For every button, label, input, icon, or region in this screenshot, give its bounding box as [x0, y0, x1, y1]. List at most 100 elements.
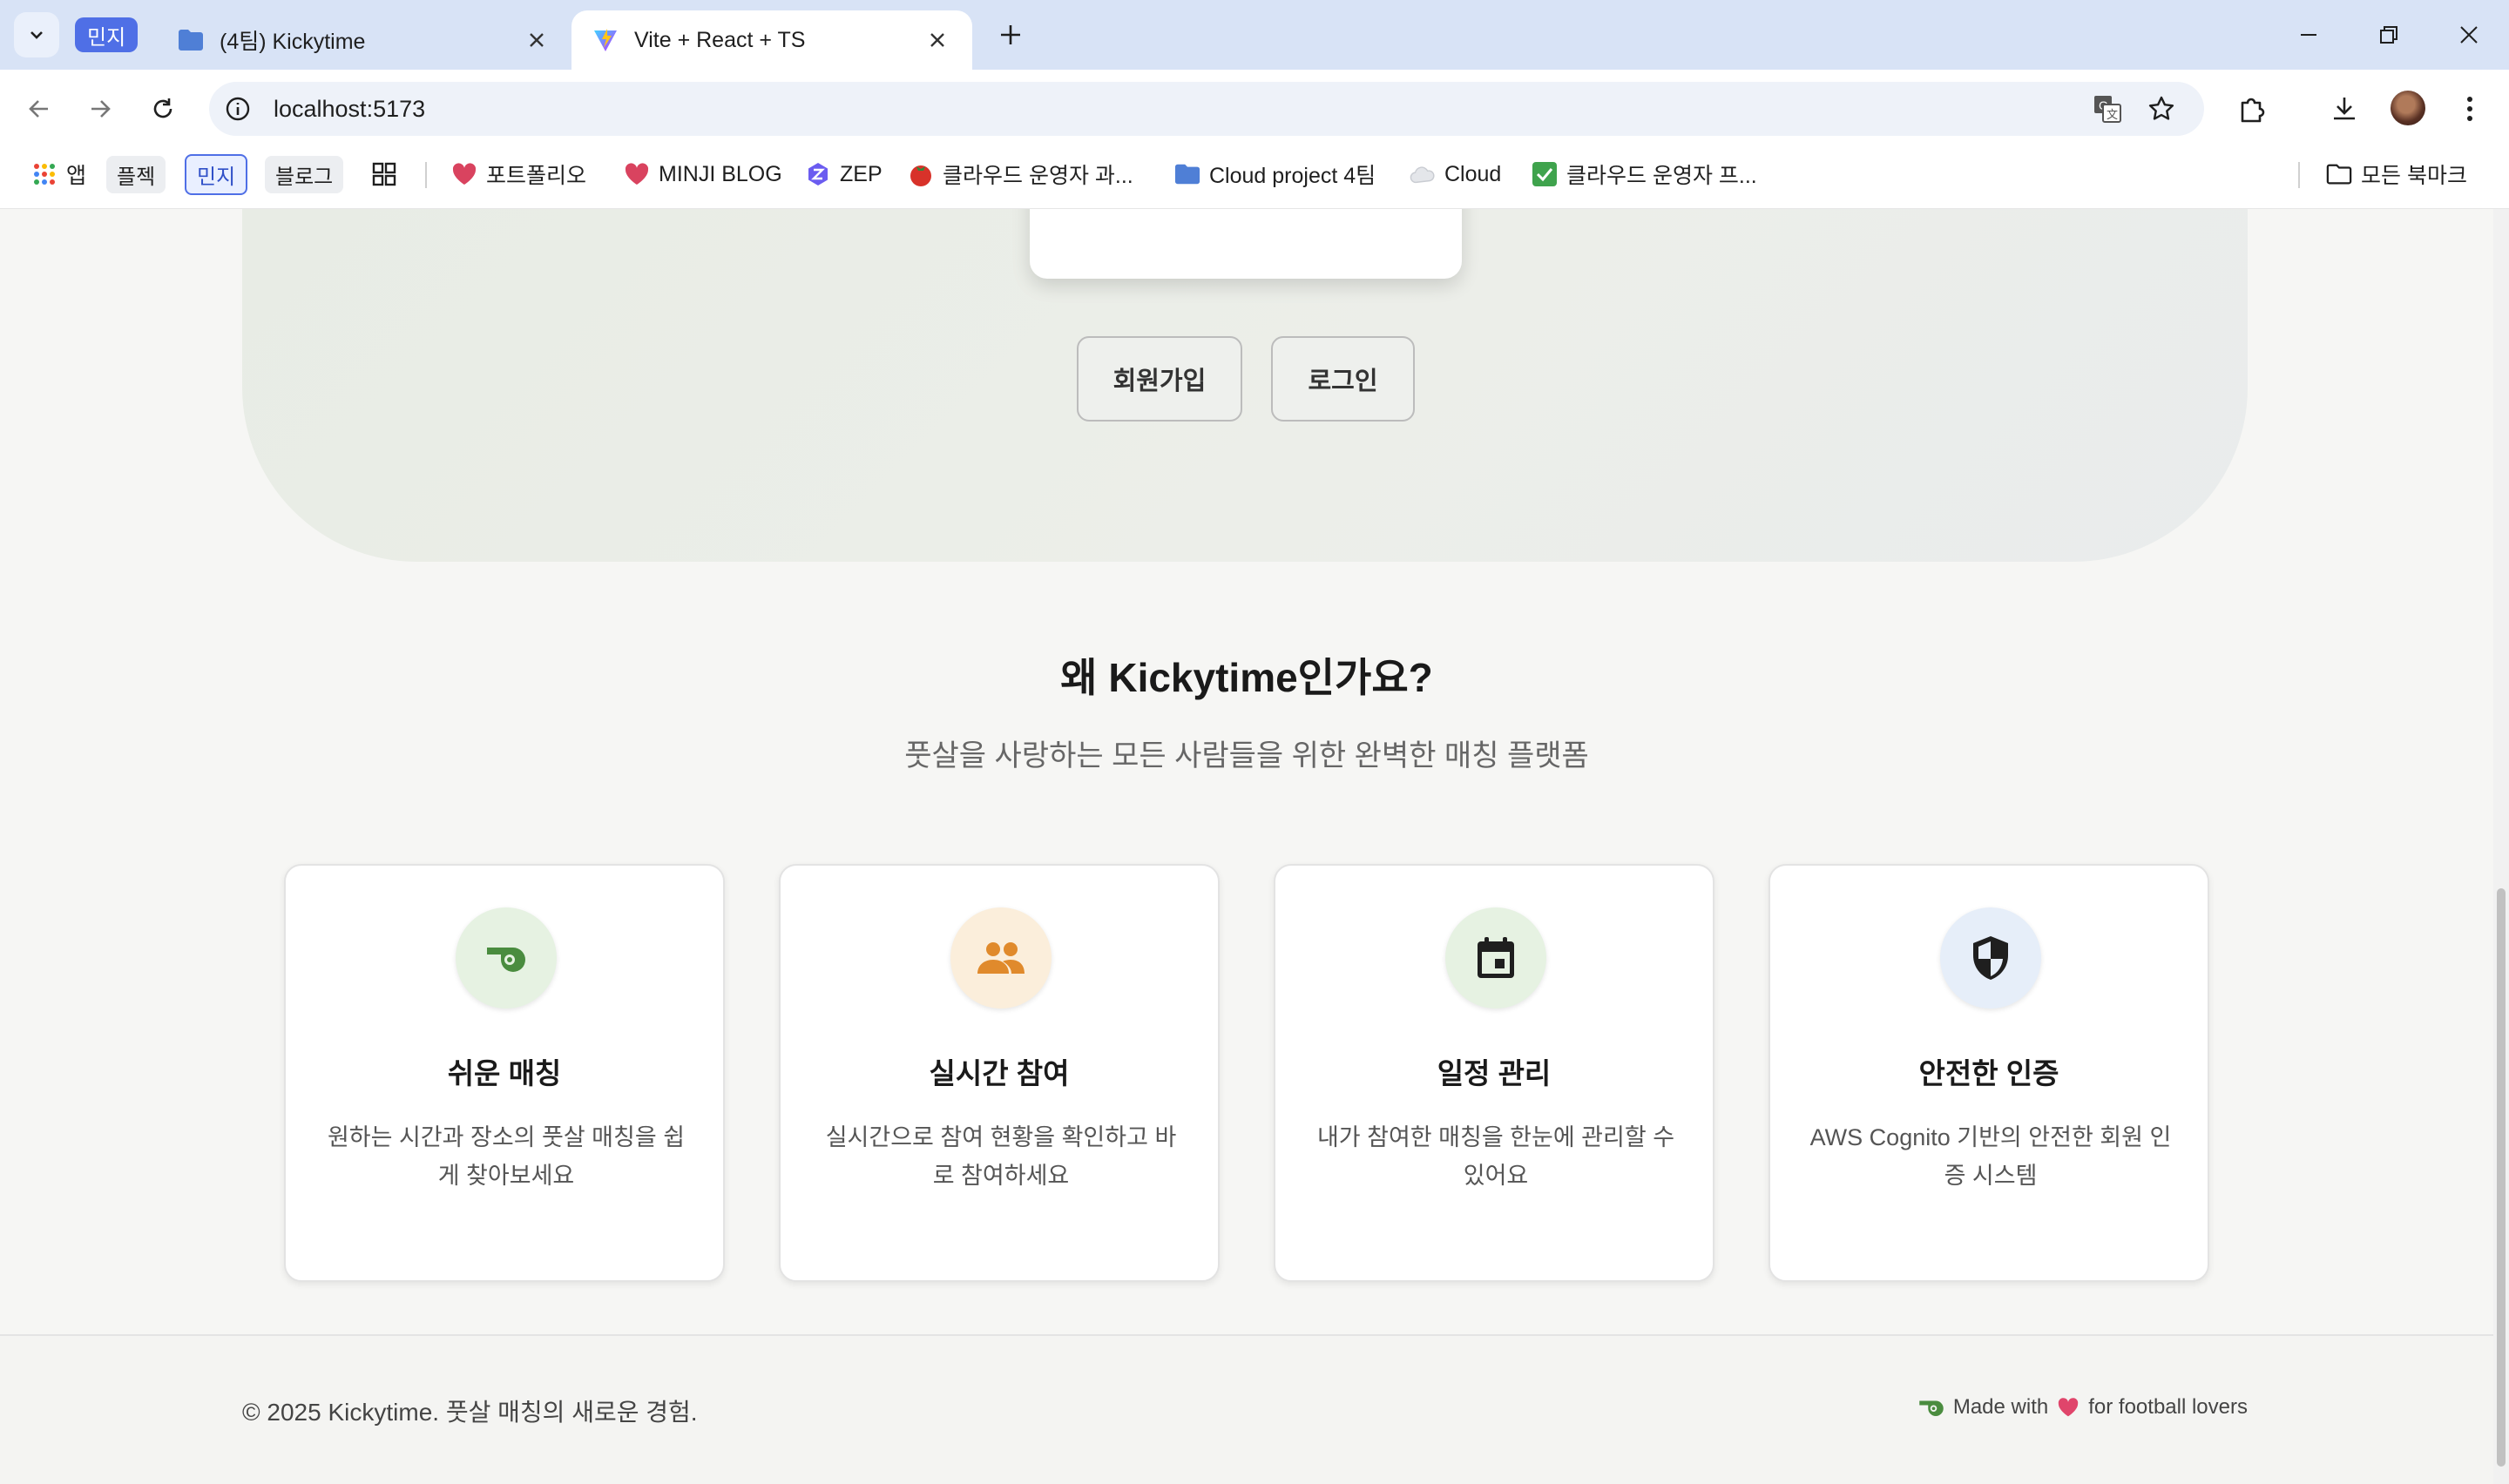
reload-button[interactable] [143, 89, 183, 129]
close-icon[interactable] [923, 26, 951, 54]
feature-title: 실시간 참여 [929, 1057, 1070, 1089]
arrow-right-icon [91, 100, 111, 118]
tab-vite[interactable]: Vite + React + TS [571, 10, 972, 70]
login-button[interactable]: 로그인 [1271, 336, 1415, 422]
people-icon [950, 907, 1052, 1008]
heart-icon [451, 161, 477, 187]
feature-title: 안전한 인증 [1918, 1057, 2059, 1089]
feature-description: 원하는 시간과 장소의 풋살 매칭을 쉽게 찾아보세요 [327, 1124, 686, 1189]
bookmark-label: 민지 [185, 153, 248, 195]
feature-card-auth: 안전한 인증 AWS Cognito 기반의 안전한 회원 인증 시스템 [1768, 864, 2209, 1282]
bookmark-label: MINJI BLOG [659, 161, 782, 186]
bookmarks-bar: 앱 플젝 민지 블로그 포트폴리오 MINJI BLOG ZEP 클라우드 운영… [0, 148, 2509, 209]
folder-icon [179, 30, 203, 51]
plus-icon [1001, 25, 1020, 44]
menu-kebab-icon[interactable] [2450, 89, 2490, 129]
svg-text:文: 文 [2107, 109, 2118, 122]
bookmark-folder-blog[interactable]: 블로그 [265, 148, 344, 200]
whistle-icon [456, 907, 557, 1008]
bookmark-cloud-operator[interactable]: 클라우드 운영자 프... [1532, 148, 1757, 200]
feature-description: 내가 참여한 매칭을 한눈에 관리할 수 있어요 [1316, 1124, 1675, 1189]
close-window-button[interactable] [2443, 12, 2495, 57]
tab-title: Vite + React + TS [634, 27, 806, 52]
close-icon[interactable] [523, 26, 551, 54]
url-text[interactable]: localhost:5173 [274, 82, 425, 136]
bookmark-label: ZEP [840, 161, 883, 186]
bookmark-label: 클라우드 운영자 과... [943, 164, 1133, 188]
scrollbar-thumb[interactable] [2497, 888, 2506, 1467]
bookmark-minji-blog[interactable]: MINJI BLOG [624, 148, 782, 200]
bookmark-apps[interactable]: 앱 [31, 148, 86, 200]
bookmark-cloud[interactable]: Cloud [1410, 148, 1501, 200]
download-icon[interactable] [2324, 89, 2364, 129]
bookmark-label: 플젝 [106, 155, 166, 193]
address-bar[interactable]: localhost:5173 G文 [209, 82, 2204, 136]
bookmark-grid[interactable] [371, 148, 406, 200]
profile-avatar[interactable] [2391, 91, 2425, 125]
tab-search-button[interactable] [14, 12, 59, 57]
zep-icon [805, 161, 831, 187]
page-viewport: 회원가입 로그인 왜 Kickytime인가요? 풋살을 사랑하는 모든 사람들… [0, 209, 2493, 1484]
bookmark-label: 블로그 [265, 155, 344, 193]
extensions-icon[interactable] [2232, 89, 2272, 129]
apps-grid-icon [31, 161, 57, 187]
minimize-button[interactable] [2282, 12, 2335, 57]
browser-toolbar: localhost:5173 G文 [0, 70, 2509, 148]
chevron-down-icon [30, 31, 43, 39]
bookmark-separator [2298, 162, 2300, 188]
back-button[interactable] [19, 89, 59, 129]
why-title: 왜 Kickytime인가요? [1060, 655, 1433, 700]
footer-copyright: © 2025 Kickytime. 풋살 매칭의 새로운 경험. [242, 1399, 698, 1426]
hero-match-card [1030, 209, 1462, 279]
grid-icon [371, 161, 397, 187]
bookmark-folder-minji[interactable]: 민지 [185, 148, 248, 200]
bookmark-label: 모든 북마크 [2361, 164, 2467, 188]
bookmark-cloud-project[interactable]: Cloud project 4팀 [1174, 148, 1376, 200]
reload-icon [153, 98, 172, 118]
checkbox-icon [1532, 161, 1558, 187]
why-subtitle: 풋살을 사랑하는 모든 사람들을 위한 완벽한 매칭 플랫폼 [904, 739, 1589, 772]
footer: © 2025 Kickytime. 풋살 매칭의 새로운 경험. Made wi… [0, 1334, 2493, 1484]
feature-description: AWS Cognito 기반의 안전한 회원 인증 시스템 [1809, 1124, 2172, 1189]
tab-group-chip[interactable]: 민지 [75, 17, 139, 52]
feature-card-schedule: 일정 관리 내가 참여한 매칭을 한눈에 관리할 수 있어요 [1274, 864, 1714, 1282]
minimize-icon [2301, 34, 2316, 36]
bookmark-all[interactable]: 모든 북마크 [2326, 148, 2467, 200]
calendar-icon [1445, 907, 1546, 1008]
heart-icon [2059, 1398, 2079, 1417]
bookmark-separator [425, 162, 427, 188]
folder-icon [1174, 161, 1200, 187]
vite-logo-icon [594, 29, 617, 51]
footer-made-with: Made with [1952, 1395, 2049, 1419]
footer-tagline: Made with for football lovers [1918, 1395, 2248, 1420]
page-scrollbar[interactable] [2493, 209, 2509, 1484]
feature-description: 실시간으로 참여 현황을 확인하고 바로 참여하세요 [825, 1124, 1177, 1189]
arrow-left-icon [29, 100, 48, 118]
signup-button[interactable]: 회원가입 [1077, 336, 1242, 422]
bookmark-portfolio[interactable]: 포트폴리오 [451, 148, 586, 200]
bookmark-folder-project[interactable]: 플젝 [106, 148, 166, 200]
tab-strip: 민지 (4팀) Kickytime Vite + React + TS [0, 0, 2509, 70]
cloud-icon [1410, 161, 1436, 187]
footer-for-text: for football lovers [2088, 1395, 2248, 1419]
heart-icon [624, 161, 650, 187]
restore-icon [2380, 26, 2397, 44]
feature-title: 일정 관리 [1437, 1057, 1552, 1089]
tab-kickytime[interactable]: (4팀) Kickytime [157, 10, 571, 70]
tab-title: (4팀) Kickytime [220, 30, 366, 54]
tomato-icon [908, 161, 934, 187]
new-tab-button[interactable] [991, 16, 1030, 54]
restore-button[interactable] [2363, 12, 2415, 57]
shield-icon [1940, 907, 2041, 1008]
forward-button[interactable] [80, 89, 120, 129]
feature-title: 쉬운 매칭 [447, 1057, 562, 1089]
site-info-icon[interactable] [221, 92, 254, 125]
translate-icon[interactable]: G文 [2091, 92, 2124, 125]
bookmark-label: 앱 [66, 164, 87, 188]
whistle-icon [1919, 1400, 1944, 1416]
close-icon [2460, 26, 2478, 44]
bookmark-star-icon[interactable] [2145, 92, 2178, 125]
folder-outline-icon [2326, 161, 2352, 187]
bookmark-zep[interactable]: ZEP [805, 148, 883, 200]
bookmark-cloud-course[interactable]: 클라우드 운영자 과... [908, 148, 1133, 200]
